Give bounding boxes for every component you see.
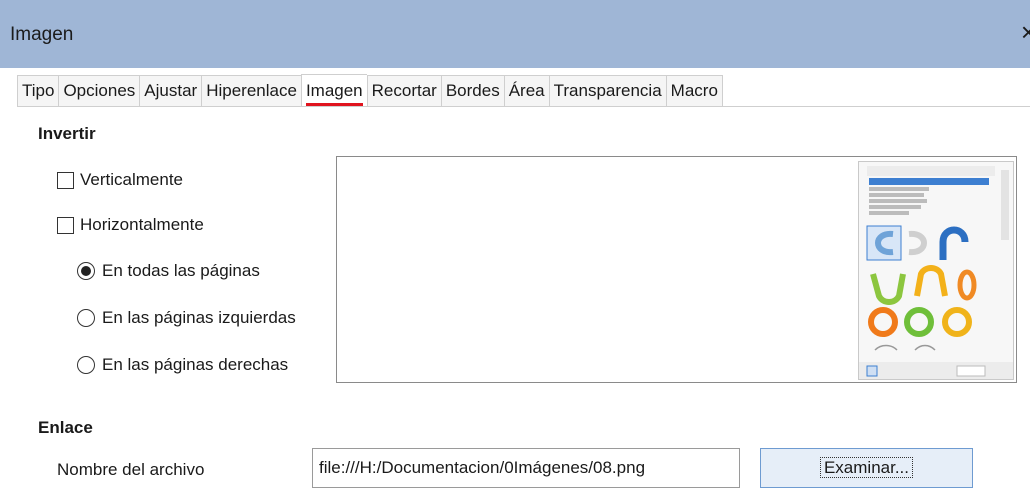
title-bar: Imagen × <box>0 0 1030 68</box>
link-heading: Enlace <box>38 418 93 437</box>
vertical-checkbox[interactable]: Verticalmente <box>57 170 183 190</box>
tab-area[interactable]: Área <box>503 75 549 107</box>
file-name-field[interactable]: file:///H:/Documentacion/0Imágenes/08.pn… <box>312 448 740 488</box>
tab-bordes[interactable]: Bordes <box>440 75 504 107</box>
tab-hiperenlace[interactable]: Hiperenlace <box>201 75 301 107</box>
horizontal-checkbox[interactable]: Horizontalmente <box>57 215 204 235</box>
gallery-screenshot-image <box>859 162 1013 379</box>
tab-imagen[interactable]: Imagen <box>300 74 367 107</box>
radio-icon[interactable] <box>77 309 95 327</box>
image-preview <box>336 156 1017 383</box>
radio-icon[interactable] <box>77 356 95 374</box>
checkbox-box[interactable] <box>57 171 74 189</box>
radio-left-pages[interactable]: En las páginas izquierdas <box>77 308 296 328</box>
invert-heading: Invertir <box>38 124 96 143</box>
close-icon[interactable]: × <box>1021 18 1030 46</box>
radio-right-pages-label: En las páginas derechas <box>102 355 289 374</box>
radio-all-pages-label: En todas las páginas <box>102 261 260 280</box>
vertical-label: Verticalmente <box>80 170 183 189</box>
tab-macro[interactable]: Macro <box>665 75 723 107</box>
tab-recortar[interactable]: Recortar <box>366 75 441 107</box>
radio-right-pages[interactable]: En las páginas derechas <box>77 355 288 375</box>
tab-divider <box>17 106 1030 107</box>
horizontal-label: Horizontalmente <box>80 215 204 234</box>
tab-opciones[interactable]: Opciones <box>58 75 140 107</box>
file-name-label: Nombre del archivo <box>57 460 205 479</box>
preview-thumbnail <box>858 161 1014 380</box>
tab-ajustar[interactable]: Ajustar <box>139 75 202 107</box>
window-title: Imagen <box>10 24 74 45</box>
tab-bar: Tipo Opciones Ajustar Hiperenlace Imagen… <box>17 74 723 107</box>
browse-button-label: Examinar... <box>819 457 914 478</box>
tab-tipo[interactable]: Tipo <box>17 75 59 107</box>
checkbox-box[interactable] <box>57 216 74 234</box>
radio-left-pages-label: En las páginas izquierdas <box>102 308 296 327</box>
dialog-body: Tipo Opciones Ajustar Hiperenlace Imagen… <box>0 68 1030 501</box>
browse-button[interactable]: Examinar... <box>760 448 973 488</box>
tab-transparencia[interactable]: Transparencia <box>548 75 666 107</box>
radio-all-pages[interactable]: En todas las páginas <box>77 261 260 281</box>
radio-selected-icon[interactable] <box>77 262 95 280</box>
